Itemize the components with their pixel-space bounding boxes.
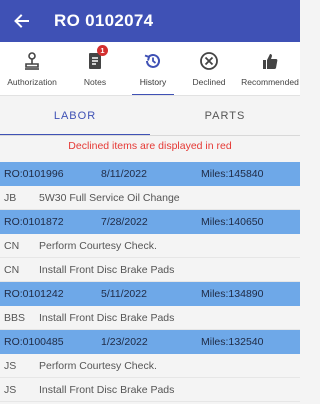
- ro-date: 1/23/2022: [101, 336, 148, 348]
- ro-date: 7/28/2022: [101, 216, 148, 228]
- ro-date: 8/11/2022: [101, 168, 147, 180]
- ro-number: RO:0100485: [4, 336, 64, 348]
- authorization-button[interactable]: Authorization: [0, 42, 64, 95]
- tech-code: CN: [4, 263, 20, 276]
- ro-header-row[interactable]: RO:0100485 1/23/2022 Miles:132540: [0, 330, 300, 354]
- declined-notice: Declined items are displayed in red: [68, 140, 232, 152]
- recommended-label: Recommended: [241, 77, 299, 87]
- labor-description: Perform Courtesy Check.: [39, 239, 157, 252]
- history-label: History: [139, 77, 167, 87]
- tab-labor[interactable]: LABOR: [0, 96, 150, 136]
- labor-description: Install Front Disc Brake Pads: [39, 311, 175, 324]
- page-title: RO 0102074: [54, 11, 154, 30]
- labor-description: Perform Courtesy Check.: [39, 359, 157, 372]
- ro-miles: Miles:145840: [201, 168, 264, 180]
- labor-line-row[interactable]: JS Perform Courtesy Check.: [0, 354, 300, 378]
- ro-header-row[interactable]: RO:0101996 8/11/2022 Miles:145840: [0, 162, 300, 186]
- recommended-button[interactable]: Recommended: [238, 42, 300, 95]
- ro-miles: Miles:132540: [201, 336, 264, 348]
- ro-number: RO:0101996: [4, 168, 64, 180]
- close-circle-icon: [199, 51, 219, 71]
- tab-parts[interactable]: PARTS: [150, 96, 300, 136]
- thumbs-up-icon: [260, 51, 280, 71]
- tech-code: JS: [4, 383, 17, 396]
- tech-code: JS: [4, 359, 17, 372]
- declined-label: Declined: [192, 77, 226, 87]
- ro-header-row[interactable]: RO:0101242 5/11/2022 Miles:134890: [0, 282, 300, 306]
- app-bar: RO 0102074: [0, 0, 300, 42]
- tech-code: JB: [4, 191, 17, 204]
- labor-line-row[interactable]: CN Perform Courtesy Check.: [0, 234, 300, 258]
- ro-number: RO:0101242: [4, 288, 64, 300]
- arrow-back-icon[interactable]: [0, 0, 42, 42]
- labor-parts-tabs: LABOR PARTS: [0, 96, 300, 136]
- labor-line-row[interactable]: BBS Install Front Disc Brake Pads: [0, 306, 300, 330]
- notes-button[interactable]: 1 Notes: [64, 42, 126, 95]
- ro-miles: Miles:140650: [201, 216, 264, 228]
- labor-description: Install Front Disc Brake Pads: [39, 383, 175, 396]
- ro-miles: Miles:134890: [201, 288, 264, 300]
- notes-label: Notes: [83, 77, 107, 87]
- tech-code: CN: [4, 239, 20, 252]
- ro-header-row[interactable]: RO:0101872 7/28/2022 Miles:140650: [0, 210, 300, 234]
- toolbar: Authorization 1 Notes History Declined R…: [0, 42, 300, 96]
- notes-badge: 1: [97, 45, 108, 56]
- labor-line-row[interactable]: CN Install Front Disc Brake Pads: [0, 258, 300, 282]
- ro-number: RO:0101872: [4, 216, 64, 228]
- labor-description: 5W30 Full Service Oil Change: [39, 191, 180, 204]
- declined-button[interactable]: Declined: [180, 42, 238, 95]
- history-list: RO:0101996 8/11/2022 Miles:145840 JB 5W3…: [0, 162, 300, 402]
- labor-line-row[interactable]: JS Install Front Disc Brake Pads: [0, 378, 300, 402]
- labor-line-row[interactable]: JB 5W30 Full Service Oil Change: [0, 186, 300, 210]
- history-tab[interactable]: History: [126, 42, 180, 95]
- stamp-icon: [22, 51, 42, 71]
- tabs-divider: [0, 135, 300, 136]
- labor-description: Install Front Disc Brake Pads: [39, 263, 175, 276]
- history-icon: [143, 51, 163, 71]
- authorization-label: Authorization: [7, 77, 57, 87]
- ro-date: 5/11/2022: [101, 288, 147, 300]
- tech-code: BBS: [4, 311, 26, 324]
